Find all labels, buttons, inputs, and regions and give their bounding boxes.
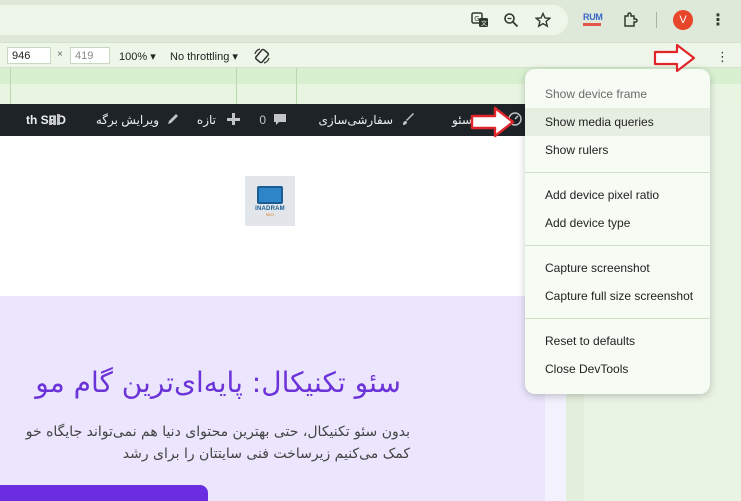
menu-show-device-frame: Show device frame <box>545 87 648 101</box>
hero-cta-button[interactable] <box>0 485 208 501</box>
customize-link[interactable]: سفارشی‌سازی <box>318 113 393 127</box>
hero-text-line-1: بدون سئو تکنیکال، حتی بهترین محتوای دنیا… <box>25 424 410 440</box>
page-viewport: th SEO ویرایش برگه تازه 0 سفارشی‌سازی ام… <box>0 104 566 501</box>
zoom-select[interactable]: 100% ▾ <box>119 50 156 63</box>
toolbar-divider <box>656 12 657 28</box>
menu-capture-full-size-screenshot[interactable]: Capture full size screenshot <box>525 282 710 310</box>
hero-title: سئو تکنیکال: پایه‌ای‌ترین گام مو <box>35 366 401 399</box>
comment-icon <box>274 114 286 125</box>
svg-text:文: 文 <box>481 20 487 28</box>
puzzle-icon[interactable] <box>619 9 641 31</box>
media-query-marker <box>10 68 11 104</box>
menu-close-devtools[interactable]: Close DevTools <box>525 355 710 383</box>
dimension-times: × <box>57 49 63 60</box>
menu-divider <box>525 172 710 173</box>
logo-monitor-icon <box>257 185 283 204</box>
media-query-marker <box>236 68 237 104</box>
logo-subtext: SEO <box>265 211 275 217</box>
device-toolbar: 946 × 419 100% ▾ No throttling ▾ ⋮ <box>0 42 741 68</box>
svg-text:G: G <box>474 15 479 23</box>
chrome-menu-icon[interactable]: ⋮ <box>707 9 729 31</box>
menu-divider <box>525 318 710 319</box>
width-input[interactable]: 946 <box>7 47 51 64</box>
rotate-icon[interactable] <box>253 47 271 65</box>
site-header: INADRAM SEO <box>0 136 566 296</box>
edit-page-link[interactable]: ویرایش برگه <box>96 113 159 127</box>
comments-count[interactable]: 0 <box>259 113 266 127</box>
profile-avatar[interactable]: V <box>673 10 693 30</box>
menu-add-device-pixel-ratio[interactable]: Add device pixel ratio <box>525 181 710 209</box>
height-input[interactable]: 419 <box>70 47 110 64</box>
chart-icon <box>49 114 60 125</box>
rum-extension-bar <box>583 23 601 26</box>
throttling-select[interactable]: No throttling ▾ <box>170 50 238 63</box>
pencil-icon <box>168 114 178 124</box>
star-icon[interactable] <box>532 9 554 31</box>
browser-toolbar: G文 RUM V ⋮ <box>0 0 741 42</box>
brush-icon <box>403 113 414 125</box>
browser-window: G文 RUM V ⋮ 946 × 419 100% ▾ No throttlin… <box>0 0 741 501</box>
media-query-marker <box>296 68 297 104</box>
hero-section: سئو تکنیکال: پایه‌ای‌ترین گام مو بدون سئ… <box>0 296 545 501</box>
site-logo[interactable]: INADRAM SEO <box>245 176 295 226</box>
menu-divider <box>525 245 710 246</box>
menu-show-rulers[interactable]: Show rulers <box>525 136 710 164</box>
translate-icon[interactable]: G文 <box>469 9 491 31</box>
arrow-annotation-icon <box>653 43 696 73</box>
menu-capture-screenshot[interactable]: Capture screenshot <box>525 254 710 282</box>
rum-extension-icon[interactable]: RUM <box>583 12 603 22</box>
zoom-icon[interactable] <box>500 9 522 31</box>
device-toolbar-more-icon[interactable]: ⋮ <box>716 49 729 65</box>
device-toolbar-menu: Show device frame Show media queries Sho… <box>525 69 710 394</box>
menu-reset-to-defaults[interactable]: Reset to defaults <box>525 327 710 355</box>
hero-text-line-2: کمک می‌کنیم زیرساخت فنی سایتتان را برای … <box>122 446 410 462</box>
menu-add-device-type[interactable]: Add device type <box>525 209 710 237</box>
new-content-link[interactable]: تازه <box>197 113 216 127</box>
menu-show-media-queries[interactable]: Show media queries <box>525 108 710 136</box>
plus-icon <box>227 113 240 125</box>
arrow-annotation-icon <box>470 106 515 138</box>
